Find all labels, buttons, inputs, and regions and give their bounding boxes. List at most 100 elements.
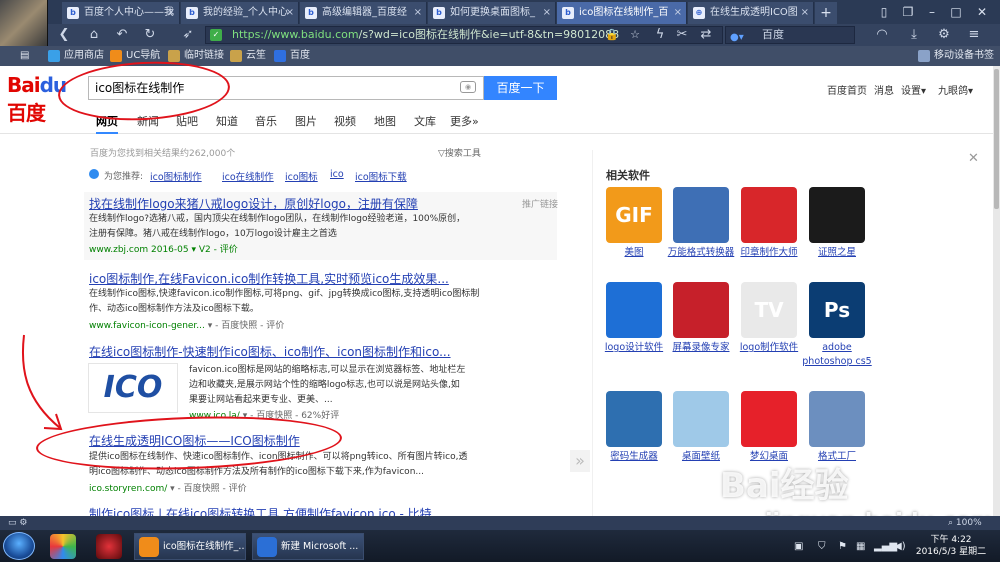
tab-ico-maker-active[interactable]: b ico图标在线制作_百 × — [557, 2, 687, 24]
bookmark-toggle-icon[interactable]: ▤ — [4, 48, 29, 64]
result-title-ad[interactable]: 找在线制作logo来猪八戒logo设计，原创好logo，注册有保障 — [89, 195, 418, 212]
tab-zhidao[interactable]: 知道 — [216, 113, 238, 129]
software-label[interactable]: 梦幻桌面 — [734, 450, 804, 464]
close-window-icon[interactable]: ✕ — [972, 3, 992, 21]
browser-search-box[interactable]: ●▾ 百度 — [725, 26, 855, 44]
recommend-link[interactable]: ico图标下载 — [355, 169, 407, 183]
scrollbar-thumb[interactable] — [994, 69, 999, 209]
lightning-icon[interactable]: ϟ — [650, 25, 670, 45]
tab-advanced-editor[interactable]: b 高级编辑器_百度经 × — [300, 2, 427, 24]
pinwheel-app-icon[interactable] — [50, 534, 76, 559]
taskbar-browser-window[interactable]: ico图标在线制作_... — [134, 533, 246, 560]
menu-icon[interactable]: ≡ — [964, 25, 984, 45]
link-baidu-home[interactable]: 百度首页 — [827, 82, 867, 97]
camera-icon[interactable]: ◉ — [460, 81, 476, 93]
tab-close-icon[interactable]: × — [543, 2, 551, 24]
software-label[interactable]: 美图 — [599, 246, 669, 260]
tab-baidu-center[interactable]: b 百度个人中心——我 × — [62, 2, 180, 24]
home-icon[interactable]: ⌂ — [84, 25, 104, 45]
tab-images[interactable]: 图片 — [295, 113, 317, 129]
zoom-status[interactable]: ⌕ 100% — [948, 518, 982, 528]
search-button[interactable]: 百度一下 — [484, 76, 557, 100]
bookmark-baidu[interactable]: 百度 — [274, 48, 310, 64]
tab-map[interactable]: 地图 — [374, 113, 396, 129]
camera-status-icon[interactable]: ▭ ⚙ — [8, 518, 27, 528]
lock-icon[interactable]: 🔒 — [602, 25, 622, 45]
wifi-icon[interactable]: ◠ — [872, 25, 892, 45]
rocket-icon[interactable]: ➶ — [178, 25, 198, 45]
tab-change-desktop-icon[interactable]: b 如何更换桌面图标_ × — [428, 2, 556, 24]
tab-more[interactable]: 更多» — [450, 113, 479, 129]
start-button[interactable] — [3, 532, 35, 560]
close-icon[interactable]: ✕ — [968, 151, 979, 166]
result-thumbnail[interactable]: ICO — [88, 363, 178, 413]
back-icon[interactable]: ❮ — [54, 25, 74, 45]
software-label[interactable]: 密码生成器 — [599, 450, 669, 464]
bookmark-app-store[interactable]: 应用商店 — [48, 48, 104, 64]
software-icon[interactable]: TV — [741, 282, 797, 338]
software-label[interactable]: logo制作软件 — [734, 341, 804, 355]
flag-icon[interactable]: ⚑ — [838, 541, 847, 552]
tab-close-icon[interactable]: × — [801, 2, 809, 24]
software-label[interactable]: adobe photoshop cs5 — [802, 341, 872, 369]
software-label[interactable]: logo设计软件 — [599, 341, 669, 355]
software-icon[interactable] — [606, 391, 662, 447]
undo-icon[interactable]: ↶ — [112, 25, 132, 45]
link-settings[interactable]: 设置▾ — [901, 82, 926, 97]
recommend-link[interactable]: ico在线制作 — [222, 169, 274, 183]
refresh-icon[interactable]: ↻ — [140, 25, 160, 45]
volume-icon[interactable]: ◀) — [894, 541, 906, 552]
game-app-icon[interactable] — [96, 534, 122, 559]
software-label[interactable]: 格式工厂 — [802, 450, 872, 464]
tab-my-experience[interactable]: b 我的经验_个人中心 × — [181, 2, 299, 24]
result-url[interactable]: www.zbj.com 2016-05 ▾ V2 - 评价 — [89, 242, 238, 255]
translate-icon[interactable]: ⇄ — [696, 25, 716, 45]
search-tools[interactable]: ▽搜索工具 — [438, 146, 481, 159]
tab-video[interactable]: 视频 — [334, 113, 356, 129]
software-icon[interactable] — [673, 187, 729, 243]
network-icon[interactable]: ▦ — [856, 541, 865, 552]
result-title[interactable]: 在线ico图标制作-快速制作ico图标、ico制作、icon图标制作和ico..… — [89, 343, 451, 360]
software-icon[interactable] — [809, 187, 865, 243]
software-icon[interactable] — [673, 391, 729, 447]
tab-close-icon[interactable]: × — [167, 2, 175, 24]
window-restore-icon[interactable]: ❐ — [898, 3, 918, 21]
tab-close-icon[interactable]: × — [414, 2, 422, 24]
software-icon[interactable] — [741, 187, 797, 243]
recommend-link[interactable]: ico — [330, 169, 344, 180]
software-icon[interactable] — [673, 282, 729, 338]
recommend-link[interactable]: ico图标制作 — [150, 169, 202, 183]
star-icon[interactable]: ☆ — [625, 25, 645, 45]
new-tab-button[interactable]: + — [815, 2, 837, 24]
window-tile-icon[interactable]: ▯ — [874, 3, 894, 21]
taskbar-clock[interactable]: 下午 4:22 2016/5/3 星期二 — [909, 534, 993, 558]
result-title[interactable]: ico图标制作,在线Favicon.ico制作转换工具,实时预览ico生成效果.… — [89, 270, 449, 287]
tab-close-icon[interactable]: × — [674, 2, 682, 24]
mobile-bookmarks[interactable]: 移动设备书签 — [918, 48, 994, 64]
software-label[interactable]: 桌面壁纸 — [666, 450, 736, 464]
software-label[interactable]: 万能格式转换器 — [666, 246, 736, 260]
bookmark-yunsheng[interactable]: 云笙 — [230, 48, 266, 64]
software-label[interactable]: 印章制作大师 — [734, 246, 804, 260]
collapse-icon[interactable]: » — [570, 450, 590, 472]
software-label[interactable]: 屏幕录像专家 — [666, 341, 736, 355]
tab-transparent-ico[interactable]: ⊕ 在线生成透明ICO图 × — [688, 2, 814, 24]
link-user[interactable]: 九眼鸽▾ — [938, 82, 973, 97]
tools-icon[interactable]: ⚙ — [934, 25, 954, 45]
tab-close-icon[interactable]: × — [286, 2, 294, 24]
download-icon[interactable]: ⤓ — [904, 25, 924, 45]
software-icon[interactable] — [606, 282, 662, 338]
tray-app-icon[interactable]: ▣ — [794, 541, 803, 552]
software-icon[interactable] — [809, 391, 865, 447]
software-icon[interactable] — [741, 391, 797, 447]
taskbar-word-window[interactable]: 新建 Microsoft ... — [252, 533, 364, 560]
software-icon[interactable]: GIF — [606, 187, 662, 243]
shield-tray-icon[interactable]: ⛉ — [818, 541, 826, 552]
tab-music[interactable]: 音乐 — [255, 113, 277, 129]
minimize-icon[interactable]: – — [922, 3, 942, 21]
result-url[interactable]: www.favicon-icon-gener... ▾ - 百度快照 - 评价 — [89, 318, 284, 331]
tab-wenku[interactable]: 文库 — [414, 113, 436, 129]
software-icon[interactable]: Ps — [809, 282, 865, 338]
recommend-link[interactable]: ico图标 — [285, 169, 318, 183]
software-label[interactable]: 证照之星 — [802, 246, 872, 260]
